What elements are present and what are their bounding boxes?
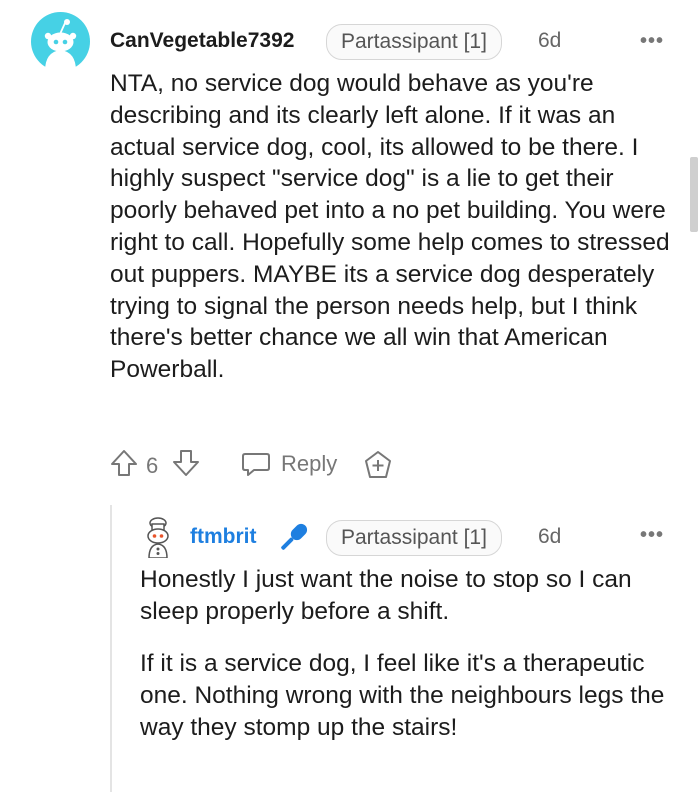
vote-count: 6 bbox=[146, 453, 159, 478]
reply-bubble-icon bbox=[242, 453, 270, 476]
comment-avatar[interactable] bbox=[31, 12, 90, 71]
reply-label: Reply bbox=[281, 451, 338, 476]
reply-user-flair: Partassipant [1] bbox=[326, 520, 502, 556]
downvote-icon bbox=[173, 450, 199, 476]
reply-username[interactable]: ftmbrit bbox=[190, 525, 257, 549]
scrollbar[interactable] bbox=[690, 157, 698, 232]
comment-username[interactable]: CanVegetable7392 bbox=[110, 29, 294, 53]
downvote-button[interactable] bbox=[171, 448, 201, 478]
upvote-button[interactable] bbox=[109, 448, 139, 478]
reply-avatar[interactable] bbox=[141, 516, 175, 559]
award-icon bbox=[365, 451, 391, 478]
snoo-avatar-icon bbox=[31, 12, 90, 71]
snoo-chef-avatar-icon bbox=[147, 517, 169, 559]
reply-button[interactable]: Reply bbox=[240, 448, 340, 480]
reply-more-options-button[interactable]: ••• bbox=[640, 524, 664, 547]
microphone-icon bbox=[281, 523, 308, 550]
award-button[interactable] bbox=[362, 449, 394, 481]
thread-line[interactable] bbox=[110, 505, 112, 792]
upvote-icon bbox=[111, 450, 137, 476]
reply-body-paragraph-2: If it is a service dog, I feel like it's… bbox=[140, 650, 665, 741]
comment-body: NTA, no service dog would behave as you'… bbox=[110, 70, 670, 384]
reply-timestamp: 6d bbox=[538, 525, 562, 548]
reply-body-paragraph-1: Honestly I just want the noise to stop s… bbox=[140, 566, 632, 625]
comment-timestamp: 6d bbox=[538, 29, 562, 52]
comment-more-options-button[interactable]: ••• bbox=[640, 30, 664, 53]
op-badge bbox=[275, 519, 313, 555]
comment-user-flair: Partassipant [1] bbox=[326, 24, 502, 60]
